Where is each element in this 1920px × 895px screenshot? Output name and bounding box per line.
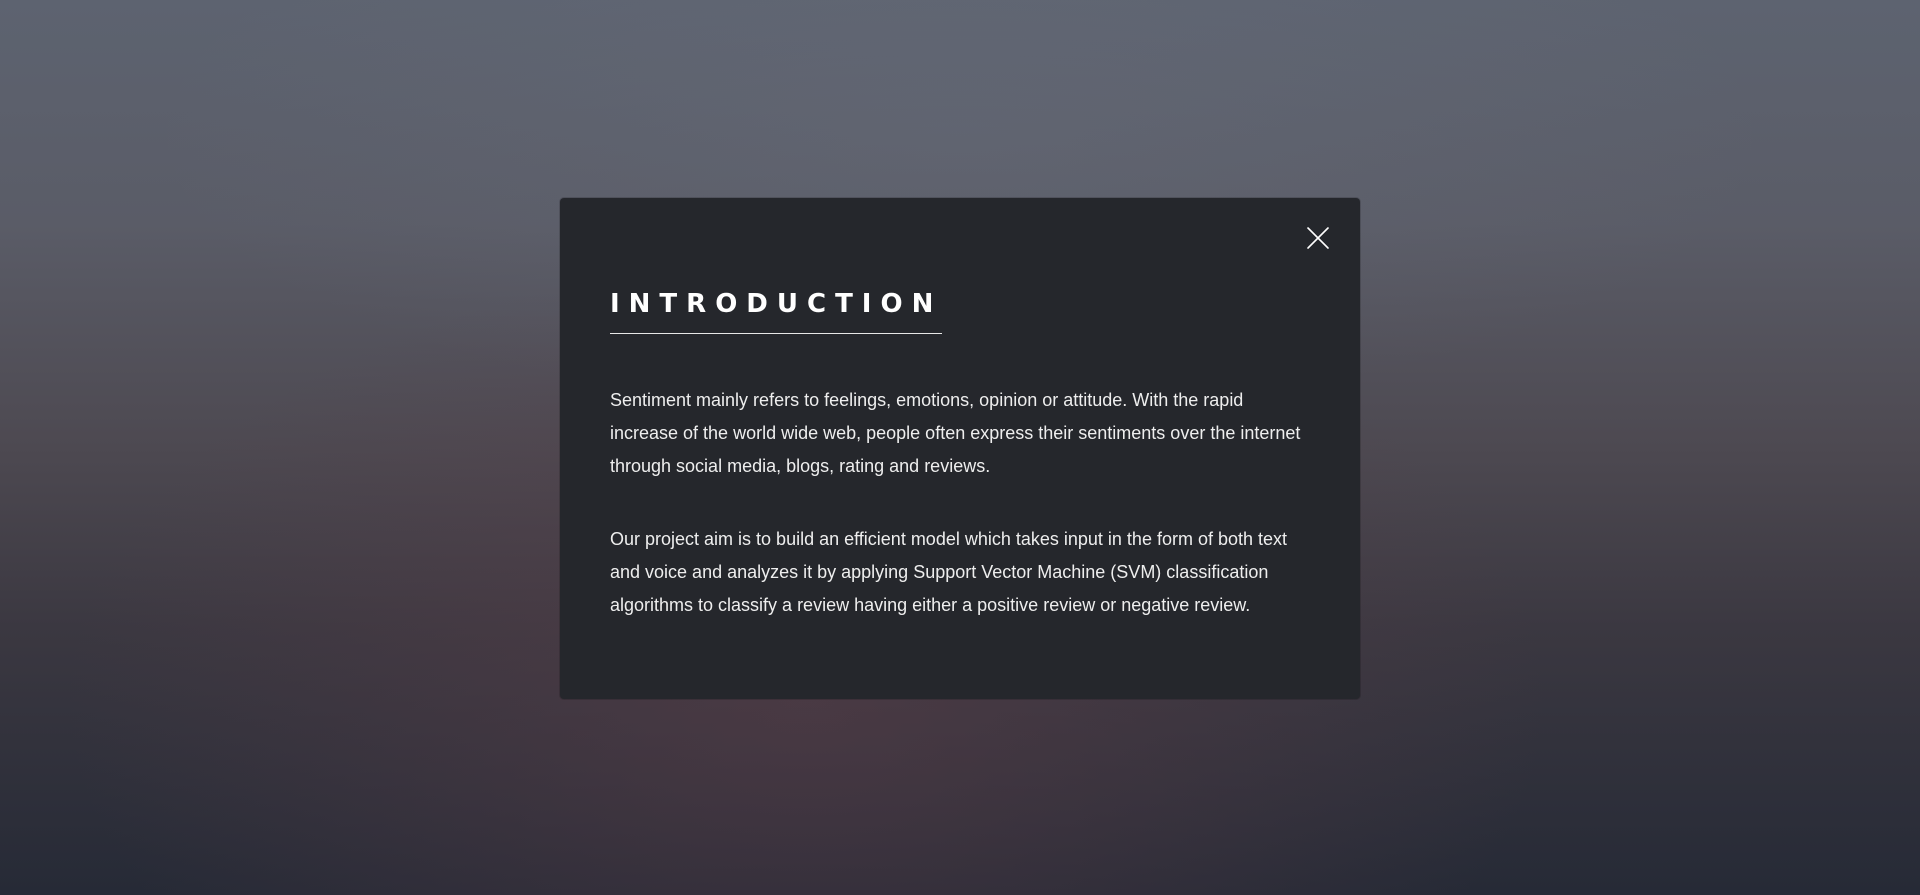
close-icon (1306, 226, 1330, 255)
modal-content: Sentiment mainly refers to feelings, emo… (610, 384, 1310, 622)
modal-title: Introduction (610, 290, 943, 334)
intro-paragraph-1: Sentiment mainly refers to feelings, emo… (610, 389, 1301, 476)
intro-paragraph-2: Our project aim is to build an efficient… (610, 528, 1288, 615)
intro-modal: Introduction Sentiment mainly refers to … (560, 198, 1360, 699)
close-button[interactable] (1298, 220, 1338, 260)
